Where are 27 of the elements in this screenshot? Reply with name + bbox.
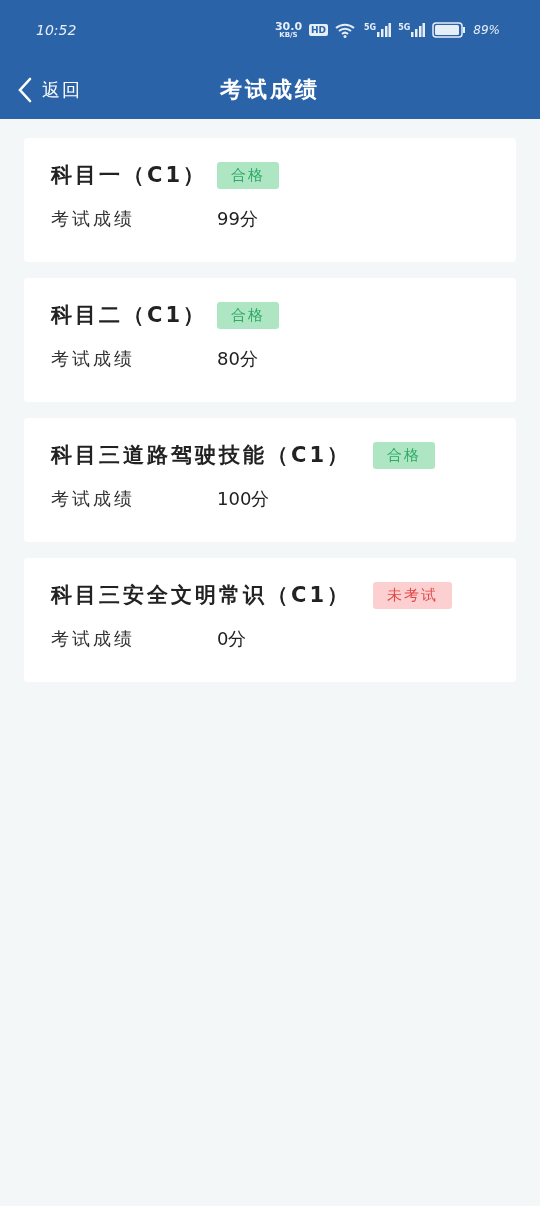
page-title: 考试成绩	[219, 75, 321, 104]
subject-name: 科目一（C1）	[51, 162, 209, 189]
score-value: 99分	[217, 207, 258, 231]
subject-name: 科目二（C1）	[51, 302, 209, 329]
network-type: 5G	[398, 23, 411, 32]
score-label: 考试成绩	[51, 207, 136, 231]
score-label: 考试成绩	[51, 487, 136, 511]
back-button[interactable]: 返回	[0, 76, 82, 103]
network-type: 5G	[364, 23, 377, 32]
back-icon[interactable]	[18, 76, 32, 103]
battery-icon	[432, 22, 467, 38]
status-tag: 合格	[373, 441, 436, 469]
battery-level: 89%	[473, 23, 500, 37]
signal-icon	[411, 23, 426, 37]
status-tag: 合格	[217, 161, 279, 189]
score-value: 80分	[217, 347, 258, 371]
status-tag: 未考试	[373, 581, 453, 609]
status-time: 10:52	[36, 22, 77, 38]
status-tag: 合格	[217, 301, 279, 329]
hd-badge: HD	[309, 24, 329, 36]
score-value: 100分	[217, 487, 270, 511]
score-label: 考试成绩	[51, 627, 136, 651]
score-value: 0分	[217, 627, 247, 651]
subject-name: 科目三道路驾驶技能（C1）	[51, 442, 352, 469]
subject-name: 科目三安全文明常识（C1）	[51, 582, 352, 609]
score-label: 考试成绩	[51, 347, 136, 371]
signal-icon	[377, 23, 392, 37]
